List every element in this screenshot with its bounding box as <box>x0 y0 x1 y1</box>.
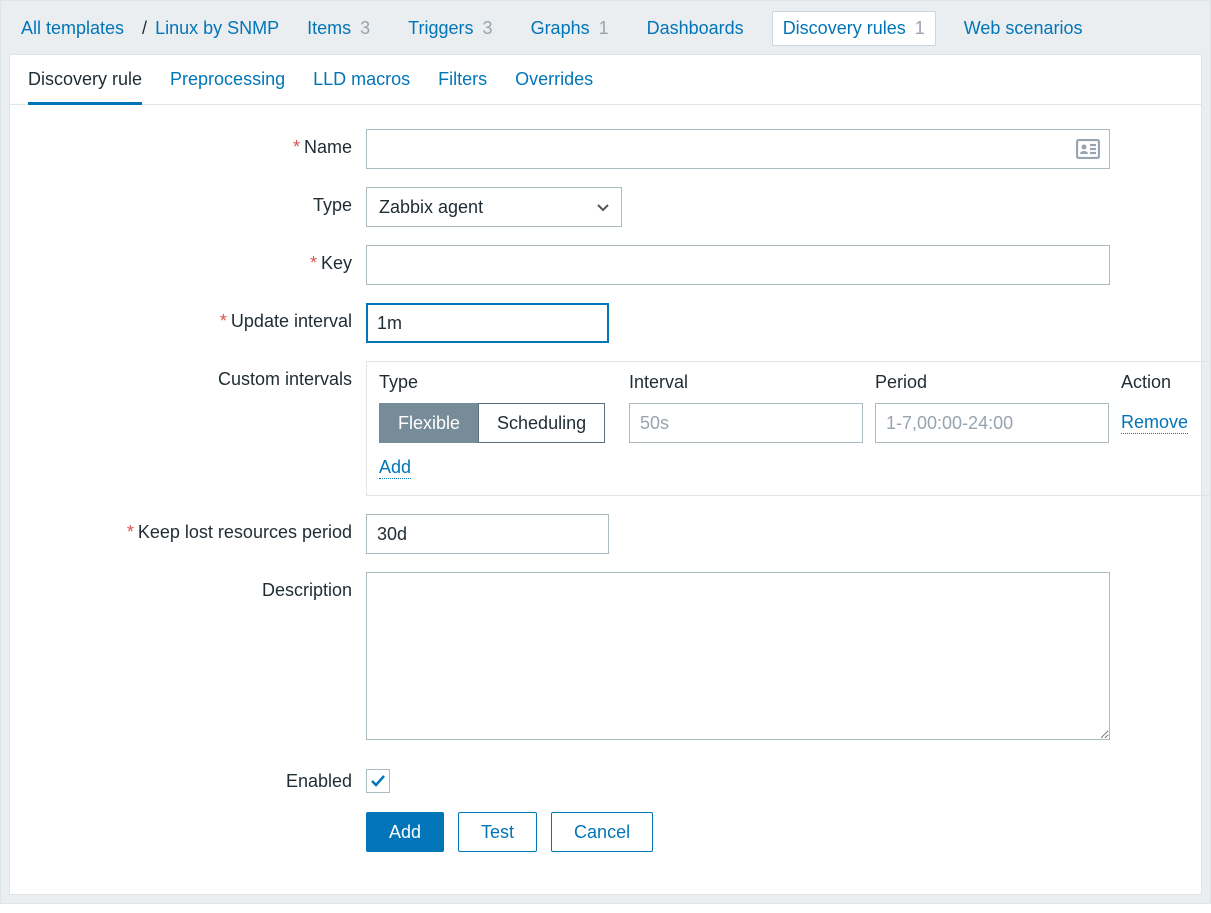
update-interval-input[interactable] <box>366 303 609 343</box>
label-name: *Name <box>30 129 366 158</box>
tab-preprocessing[interactable]: Preprocessing <box>170 69 285 104</box>
ci-type-flexible[interactable]: Flexible <box>379 403 478 443</box>
label-type: Type <box>30 187 366 216</box>
nav-discovery-rules-count: 1 <box>915 18 925 38</box>
label-description: Description <box>30 572 366 601</box>
nav-dashboards-label: Dashboards <box>647 18 744 38</box>
ci-add[interactable]: Add <box>379 457 411 479</box>
ci-type-scheduling[interactable]: Scheduling <box>478 403 605 443</box>
type-select-value: Zabbix agent <box>379 197 483 218</box>
test-button[interactable]: Test <box>458 812 537 852</box>
breadcrumb-template[interactable]: Linux by SNMP <box>155 18 279 39</box>
nav-triggers-count: 3 <box>483 18 493 38</box>
label-enabled: Enabled <box>30 763 366 792</box>
ci-head-interval: Interval <box>629 372 863 393</box>
ci-head-period: Period <box>875 372 1109 393</box>
nav-items-label: Items <box>307 18 351 38</box>
form: *Name Type <box>10 105 1201 894</box>
nav-triggers-label: Triggers <box>408 18 473 38</box>
nav-web-scenarios-label: Web scenarios <box>964 18 1083 38</box>
form-card: Discovery rule Preprocessing LLD macros … <box>9 54 1202 895</box>
nav-graphs-label: Graphs <box>531 18 590 38</box>
nav-web-scenarios[interactable]: Web scenarios <box>954 12 1093 45</box>
nav-graphs[interactable]: Graphs 1 <box>521 12 619 45</box>
add-button[interactable]: Add <box>366 812 444 852</box>
check-icon <box>370 773 386 789</box>
label-update-interval: *Update interval <box>30 303 366 332</box>
ci-head-action: Action <box>1121 372 1199 393</box>
label-keep-lost: *Keep lost resources period <box>30 514 366 543</box>
tab-overrides[interactable]: Overrides <box>515 69 593 104</box>
nav-items-count: 3 <box>360 18 370 38</box>
keep-lost-input[interactable] <box>366 514 609 554</box>
nav-dashboards[interactable]: Dashboards <box>637 12 754 45</box>
ci-type-toggle: Flexible Scheduling <box>379 403 605 443</box>
nav-discovery-rules-label: Discovery rules <box>783 18 906 38</box>
breadcrumb-sep: / <box>142 18 147 39</box>
nav-discovery-rules[interactable]: Discovery rules 1 <box>772 11 936 46</box>
description-input[interactable] <box>366 572 1110 740</box>
label-key: *Key <box>30 245 366 274</box>
ci-head-type: Type <box>379 372 617 393</box>
enabled-checkbox[interactable] <box>366 769 390 793</box>
id-card-icon <box>1076 139 1100 159</box>
nav-items[interactable]: Items 3 <box>297 12 380 45</box>
label-custom-intervals: Custom intervals <box>30 361 366 390</box>
type-select[interactable]: Zabbix agent <box>366 187 622 227</box>
breadcrumb-bar: All templates / Linux by SNMP Items 3 Tr… <box>1 1 1210 54</box>
nav-graphs-count: 1 <box>599 18 609 38</box>
name-input[interactable] <box>366 129 1110 169</box>
ci-remove[interactable]: Remove <box>1121 412 1188 434</box>
cancel-button[interactable]: Cancel <box>551 812 653 852</box>
breadcrumb-all-templates[interactable]: All templates <box>21 18 124 39</box>
tab-lld-macros[interactable]: LLD macros <box>313 69 410 104</box>
key-input[interactable] <box>366 245 1110 285</box>
nav-triggers[interactable]: Triggers 3 <box>398 12 502 45</box>
ci-row: Flexible Scheduling Remove <box>379 403 1199 443</box>
ci-interval-input[interactable] <box>629 403 863 443</box>
tab-discovery-rule[interactable]: Discovery rule <box>28 69 142 105</box>
custom-intervals-box: Type Interval Period Action Flexible Sch… <box>366 361 1211 496</box>
ci-period-input[interactable] <box>875 403 1109 443</box>
chevron-down-icon <box>595 199 611 215</box>
tabs: Discovery rule Preprocessing LLD macros … <box>10 55 1201 105</box>
tab-filters[interactable]: Filters <box>438 69 487 104</box>
